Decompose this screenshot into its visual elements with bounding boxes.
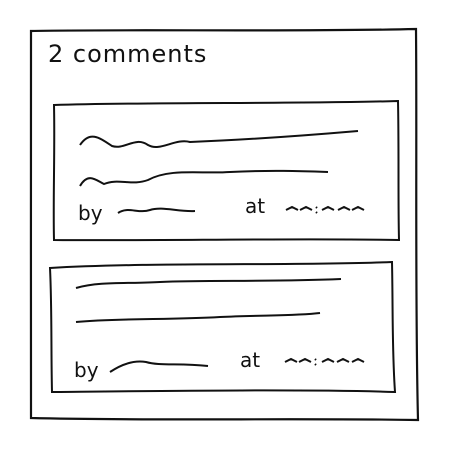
- timestamp-scribble: [285, 205, 365, 214]
- author-name-scribble: [109, 360, 209, 373]
- comment-text-line: [79, 169, 329, 187]
- comment-by-label: by: [74, 358, 99, 382]
- comment-card: [48, 260, 397, 394]
- comment-card-border: [52, 99, 401, 242]
- comment-card: [52, 99, 401, 242]
- timestamp-scribble: [284, 357, 365, 366]
- comment-text-line: [75, 312, 321, 323]
- comment-by-label: by: [78, 201, 103, 225]
- comment-text-line: [75, 278, 342, 289]
- comment-at-label: at: [240, 348, 261, 372]
- comments-heading: 2 comments: [48, 40, 208, 68]
- author-name-scribble: [117, 207, 196, 214]
- comment-at-label: at: [245, 194, 266, 218]
- comment-text-line: [79, 130, 359, 148]
